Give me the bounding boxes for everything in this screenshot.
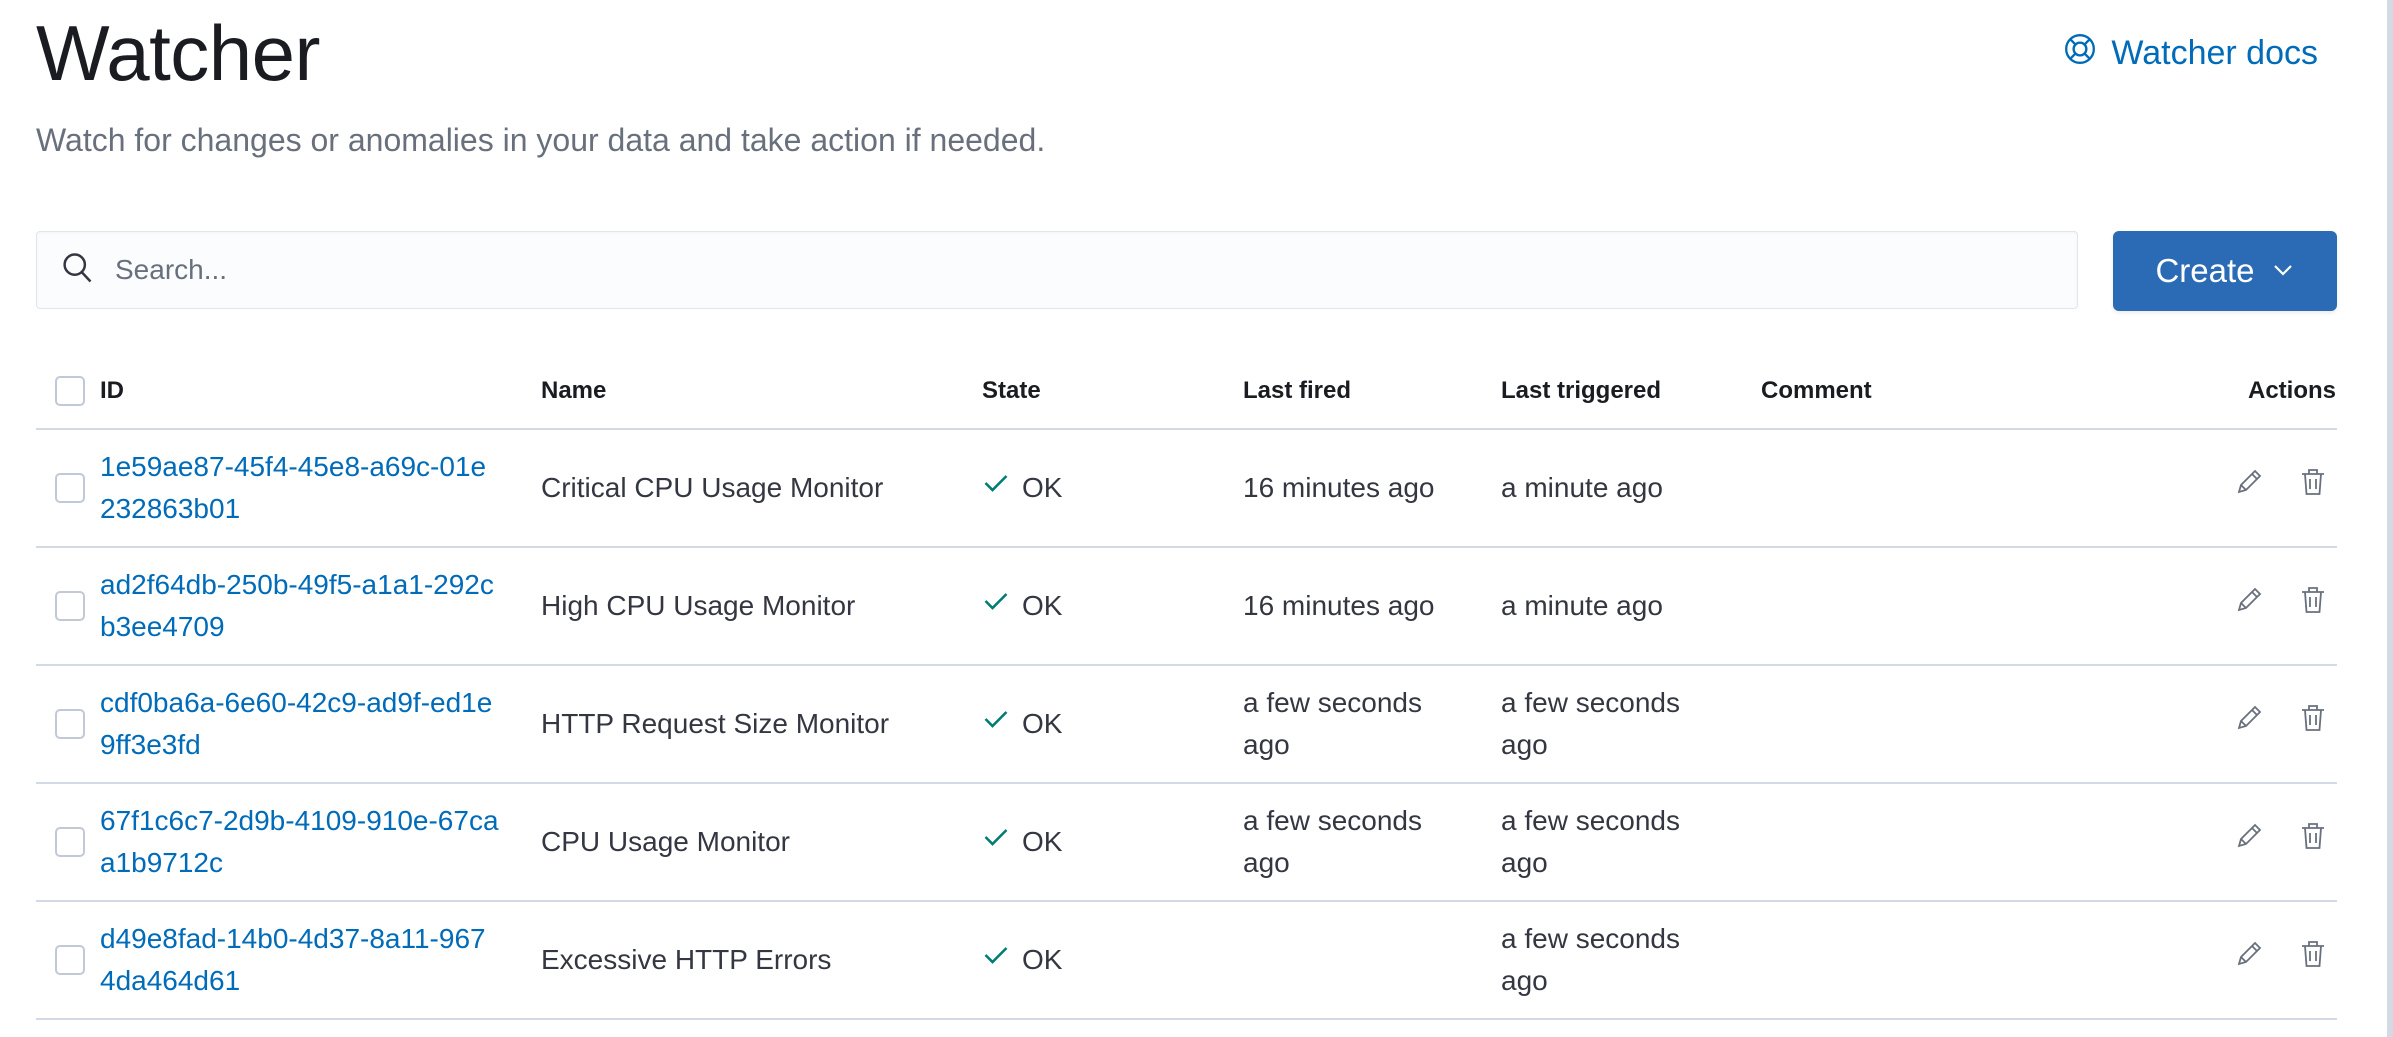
check-icon bbox=[982, 703, 1010, 745]
last-triggered: a few seconds ago bbox=[1501, 805, 1680, 878]
page-header: Watcher Watcher docs Watch for changes o… bbox=[36, 14, 2336, 174]
table-row: d49e8fad-14b0-4d37-8a11-9674da464d61 Exc… bbox=[36, 902, 2337, 1020]
column-header-last-triggered[interactable]: Last triggered bbox=[1501, 354, 1731, 428]
comment bbox=[1761, 430, 2061, 546]
watch-id-link[interactable]: ad2f64db-250b-49f5-a1a1-292cb3ee4709 bbox=[100, 564, 500, 648]
edit-button[interactable] bbox=[2226, 937, 2272, 983]
watch-name: CPU Usage Monitor bbox=[541, 826, 790, 857]
delete-button[interactable] bbox=[2290, 937, 2336, 983]
trash-icon bbox=[2297, 584, 2329, 628]
last-triggered: a few seconds ago bbox=[1501, 687, 1680, 760]
last-fired: 16 minutes ago bbox=[1243, 590, 1435, 621]
watch-name: High CPU Usage Monitor bbox=[541, 590, 856, 621]
state-badge: OK bbox=[982, 939, 1062, 981]
table-header-row: ID Name State Last fired Last triggered … bbox=[36, 354, 2337, 430]
edit-button[interactable] bbox=[2226, 583, 2272, 629]
create-button-label: Create bbox=[2155, 252, 2255, 289]
state-badge: OK bbox=[982, 821, 1062, 863]
column-header-actions: Actions bbox=[2247, 377, 2336, 404]
last-fired: 16 minutes ago bbox=[1243, 472, 1435, 503]
table-row: 67f1c6c7-2d9b-4109-910e-67caa1b9712c CPU… bbox=[36, 784, 2337, 902]
check-icon bbox=[982, 467, 1010, 509]
search-input[interactable] bbox=[113, 239, 2077, 301]
row-checkbox[interactable] bbox=[55, 591, 85, 621]
check-icon bbox=[982, 821, 1010, 863]
state-label: OK bbox=[1022, 590, 1063, 621]
column-header-state[interactable]: State bbox=[982, 354, 1222, 428]
pencil-icon bbox=[2233, 938, 2265, 982]
state-badge: OK bbox=[982, 703, 1062, 745]
watcher-docs-link[interactable]: Watcher docs bbox=[2063, 32, 2318, 75]
search-icon bbox=[37, 250, 113, 291]
trash-icon bbox=[2297, 702, 2329, 746]
row-checkbox[interactable] bbox=[55, 945, 85, 975]
comment bbox=[1761, 902, 2061, 1018]
page-description: Watch for changes or anomalies in your d… bbox=[36, 122, 1046, 158]
edit-button[interactable] bbox=[2226, 465, 2272, 511]
check-icon bbox=[982, 939, 1010, 981]
delete-button[interactable] bbox=[2290, 819, 2336, 865]
watches-table: ID Name State Last fired Last triggered … bbox=[36, 354, 2337, 1020]
pencil-icon bbox=[2233, 820, 2265, 864]
toolbar: Create bbox=[36, 231, 2337, 311]
delete-button[interactable] bbox=[2290, 701, 2336, 747]
delete-button[interactable] bbox=[2290, 583, 2336, 629]
column-header-name[interactable]: Name bbox=[541, 354, 961, 428]
delete-button[interactable] bbox=[2290, 465, 2336, 511]
edit-button[interactable] bbox=[2226, 701, 2272, 747]
state-badge: OK bbox=[982, 467, 1062, 509]
column-header-comment[interactable]: Comment bbox=[1761, 354, 2061, 428]
trash-icon bbox=[2297, 466, 2329, 510]
comment bbox=[1761, 548, 2061, 664]
state-label: OK bbox=[1022, 708, 1063, 739]
check-icon bbox=[982, 585, 1010, 627]
watch-id-link[interactable]: d49e8fad-14b0-4d37-8a11-9674da464d61 bbox=[100, 918, 500, 1002]
trash-icon bbox=[2297, 820, 2329, 864]
help-lifebuoy-icon bbox=[2063, 32, 2097, 75]
column-header-id[interactable]: ID bbox=[100, 354, 500, 428]
pencil-icon bbox=[2233, 466, 2265, 510]
watcher-page: Watcher Watcher docs Watch for changes o… bbox=[0, 0, 2393, 1037]
edit-button[interactable] bbox=[2226, 819, 2272, 865]
state-label: OK bbox=[1022, 826, 1063, 857]
state-label: OK bbox=[1022, 472, 1063, 503]
comment bbox=[1761, 784, 2061, 900]
table-row: ad2f64db-250b-49f5-a1a1-292cb3ee4709 Hig… bbox=[36, 548, 2337, 666]
last-fired: a few seconds ago bbox=[1243, 687, 1422, 760]
table-row: cdf0ba6a-6e60-42c9-ad9f-ed1e9ff3e3fd HTT… bbox=[36, 666, 2337, 784]
row-checkbox[interactable] bbox=[55, 473, 85, 503]
watch-name: Excessive HTTP Errors bbox=[541, 944, 832, 975]
last-fired bbox=[1243, 902, 1473, 1018]
create-button[interactable]: Create bbox=[2113, 231, 2337, 311]
watcher-docs-label: Watcher docs bbox=[2111, 34, 2318, 72]
comment bbox=[1761, 666, 2061, 782]
page-scrollbar[interactable] bbox=[2387, 0, 2393, 1037]
trash-icon bbox=[2297, 938, 2329, 982]
search-box bbox=[36, 231, 2078, 309]
row-checkbox[interactable] bbox=[55, 827, 85, 857]
select-all-checkbox[interactable] bbox=[55, 376, 85, 406]
watch-id-link[interactable]: 67f1c6c7-2d9b-4109-910e-67caa1b9712c bbox=[100, 800, 500, 884]
last-triggered: a minute ago bbox=[1501, 590, 1663, 621]
last-triggered: a few seconds ago bbox=[1501, 923, 1680, 996]
watch-id-link[interactable]: 1e59ae87-45f4-45e8-a69c-01e232863b01 bbox=[100, 446, 500, 530]
table-row: 1e59ae87-45f4-45e8-a69c-01e232863b01 Cri… bbox=[36, 430, 2337, 548]
last-triggered: a minute ago bbox=[1501, 472, 1663, 503]
state-badge: OK bbox=[982, 585, 1062, 627]
watch-name: Critical CPU Usage Monitor bbox=[541, 472, 884, 503]
pencil-icon bbox=[2233, 702, 2265, 746]
pencil-icon bbox=[2233, 584, 2265, 628]
column-header-last-fired[interactable]: Last fired bbox=[1243, 354, 1473, 428]
page-title: Watcher bbox=[36, 9, 321, 97]
chevron-down-icon bbox=[2271, 252, 2295, 290]
last-fired: a few seconds ago bbox=[1243, 805, 1422, 878]
state-label: OK bbox=[1022, 944, 1063, 975]
watch-id-link[interactable]: cdf0ba6a-6e60-42c9-ad9f-ed1e9ff3e3fd bbox=[100, 682, 500, 766]
watch-name: HTTP Request Size Monitor bbox=[541, 708, 890, 739]
row-checkbox[interactable] bbox=[55, 709, 85, 739]
